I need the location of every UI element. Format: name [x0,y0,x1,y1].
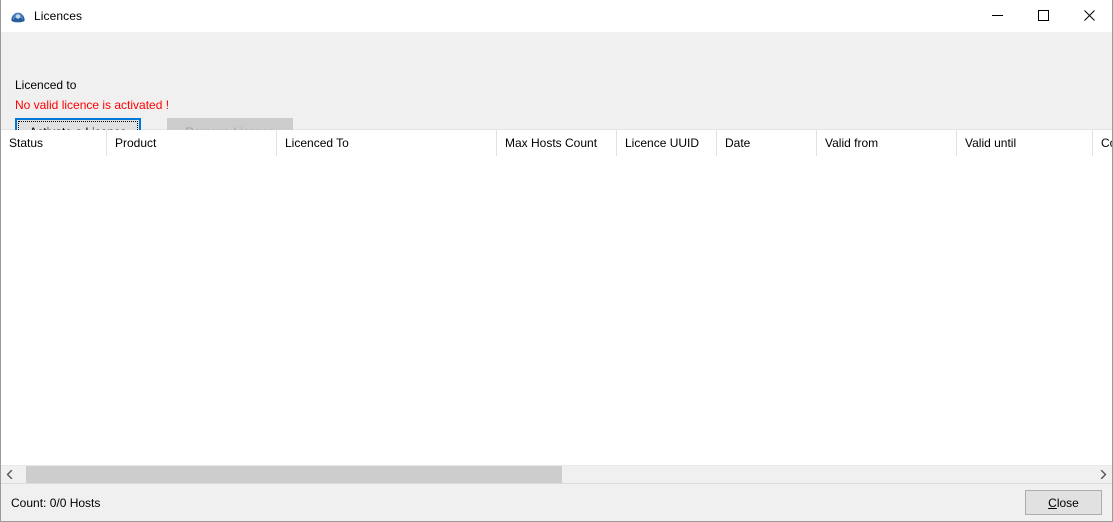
chevron-right-icon[interactable] [1095,466,1112,483]
licences-window: Licences Licenced to No valid licence is… [0,0,1113,522]
close-button-suffix: lose [1056,495,1079,510]
table-header-label: Licenced To [285,136,349,150]
close-icon[interactable] [1066,0,1112,31]
table-body[interactable] [1,156,1112,465]
window-title: Licences [34,8,83,23]
table-header-cell[interactable]: Valid until [956,130,1092,156]
licence-info-panel: Licenced to No valid licence is activate… [1,32,1112,145]
close-button[interactable]: Close [1025,490,1102,515]
table-header-cell[interactable]: Licence UUID [616,130,716,156]
close-button-mnemonic: C [1048,495,1057,510]
title-bar: Licences [1,0,1112,32]
app-dome-icon [10,8,26,24]
scrollbar-track[interactable] [18,466,1095,483]
table-header-cell[interactable]: Licenced To [276,130,496,156]
table-header-label: Co [1101,136,1112,150]
table-header-label: Valid until [965,136,1017,150]
table-header-row: Status Product Licenced To Max Hosts Count L… [1,130,1112,156]
scrollbar-thumb[interactable] [26,466,562,483]
table-header-label: Max Hosts Count [505,136,598,150]
host-count-status: Count: 0/0 Hosts [11,495,101,510]
licenced-to-label: Licenced to [15,78,77,92]
minimize-icon[interactable] [974,0,1020,31]
licence-status-message: No valid licence is activated ! [15,98,170,112]
licences-table: Status Product Licenced To Max Hosts Count L… [1,130,1112,465]
table-header-cell[interactable]: Co [1092,130,1112,156]
table-header-label: Date [725,136,751,150]
maximize-icon[interactable] [1020,0,1066,31]
table-header-cell[interactable]: Valid from [816,130,956,156]
table-header-label: Product [115,136,157,150]
table-header-cell[interactable]: Status [1,130,106,156]
table-header-cell[interactable]: Product [106,130,276,156]
horizontal-scrollbar[interactable] [1,465,1112,483]
table-header-label: Valid from [825,136,879,150]
window-controls [974,0,1112,31]
chevron-left-icon[interactable] [1,466,18,483]
table-header-cell[interactable]: Max Hosts Count [496,130,616,156]
table-header-cell[interactable]: Date [716,130,816,156]
status-bar: Count: 0/0 Hosts Close [1,483,1112,521]
table-header-label: Status [9,136,44,150]
table-header-label: Licence UUID [625,136,700,150]
